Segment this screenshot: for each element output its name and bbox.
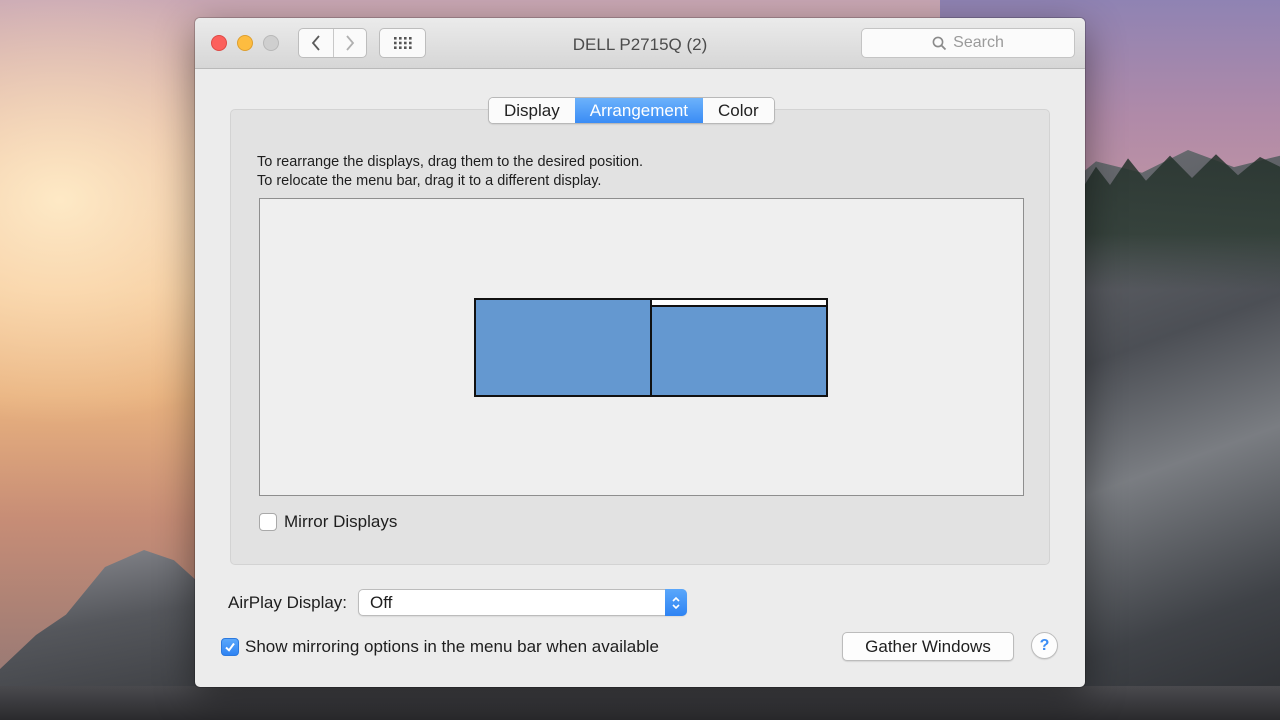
airplay-display-select[interactable]: Off (358, 589, 688, 616)
tab-bar: Display Arrangement Color (488, 97, 775, 124)
arrangement-instructions: To rearrange the displays, drag them to … (257, 153, 643, 191)
airplay-selected-value: Off (370, 592, 393, 612)
mirror-displays-option[interactable]: Mirror Displays (259, 512, 397, 532)
help-button[interactable]: ? (1031, 632, 1058, 659)
instruction-line-1: To rearrange the displays, drag them to … (257, 154, 644, 170)
close-window-button[interactable] (211, 35, 227, 51)
navigation-buttons (298, 28, 367, 58)
show-mirroring-label: Show mirroring options in the menu bar w… (245, 637, 659, 656)
show-mirroring-checkbox[interactable] (221, 638, 239, 656)
back-button[interactable] (299, 29, 333, 57)
search-field[interactable]: Search (861, 28, 1075, 58)
mirror-displays-label: Mirror Displays (284, 512, 398, 531)
display-thumbnail-1[interactable] (474, 298, 652, 397)
grid-icon (393, 37, 412, 49)
wallpaper-ground (0, 686, 1280, 720)
tab-color[interactable]: Color (703, 98, 774, 123)
tab-display[interactable]: Display (489, 98, 575, 123)
show-mirroring-option[interactable]: Show mirroring options in the menu bar w… (221, 637, 659, 657)
select-arrows-icon (665, 589, 688, 616)
airplay-display-row: AirPlay Display: Off (228, 589, 688, 616)
display-thumbnail-2[interactable] (650, 298, 828, 397)
display-preferences-window: DELL P2715Q (2) Search Display Arrangeme… (195, 18, 1085, 687)
title-bar: DELL P2715Q (2) Search (195, 18, 1085, 69)
display-arrangement-area (259, 198, 1024, 496)
instruction-line-2: To relocate the menu bar, drag it to a d… (257, 173, 602, 189)
gather-windows-button[interactable]: Gather Windows (842, 632, 1014, 661)
chevron-left-icon (311, 35, 320, 51)
menu-bar-handle[interactable] (652, 300, 826, 307)
forward-button[interactable] (332, 29, 367, 57)
tab-arrangement[interactable]: Arrangement (574, 98, 704, 123)
show-all-button[interactable] (379, 28, 426, 58)
chevron-right-icon (346, 35, 354, 51)
search-icon (932, 36, 947, 50)
checkmark-icon (225, 642, 235, 652)
zoom-window-button[interactable] (263, 35, 279, 51)
search-placeholder: Search (953, 34, 1004, 51)
mirror-displays-checkbox[interactable] (259, 513, 277, 531)
minimize-window-button[interactable] (237, 35, 253, 51)
airplay-display-label: AirPlay Display: (228, 592, 348, 612)
